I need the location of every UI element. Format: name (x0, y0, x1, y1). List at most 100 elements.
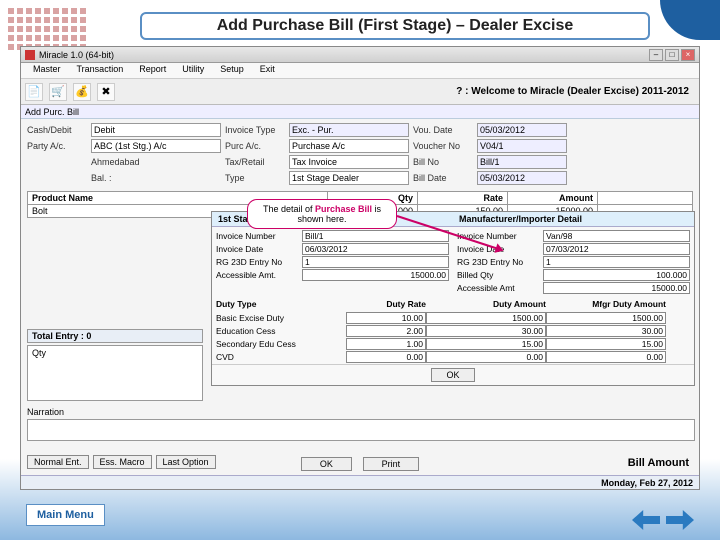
duty-r2-rate[interactable]: 2.00 (346, 325, 426, 337)
bill-date-label: Bill Date (413, 173, 473, 183)
qty-box: Qty (27, 345, 203, 401)
narration-label: Narration (27, 407, 64, 417)
tax-field[interactable]: Tax Invoice (289, 155, 409, 169)
prev-arrow-icon[interactable] (632, 510, 660, 530)
party-city: Ahmedabad (91, 157, 221, 167)
inv-no-2-field[interactable]: Van/98 (543, 230, 690, 242)
print-button[interactable]: Print (363, 457, 420, 471)
corner-decor (660, 0, 720, 40)
window-title: Miracle 1.0 (64-bit) (39, 50, 647, 60)
vou-date-label: Vou. Date (413, 125, 473, 135)
type-label: Type (225, 173, 285, 183)
inv-dt-label: Invoice Date (216, 244, 302, 254)
acc-2-field[interactable]: 15000.00 (543, 282, 690, 294)
footer-buttons: Normal Ent. Ess. Macro Last Option (27, 455, 216, 469)
bill-date-field[interactable]: 05/03/2012 (477, 171, 567, 185)
total-entry: Total Entry : 0 (27, 329, 203, 343)
inv-dt-1-field[interactable]: 06/03/2012 (302, 243, 449, 255)
menu-report[interactable]: Report (131, 63, 174, 78)
cash-debit-label: Cash/Debit (27, 125, 87, 135)
rg-2-field[interactable]: 1 (543, 256, 690, 268)
duty-r3-mfgr[interactable]: 15.00 (546, 338, 666, 350)
voucher-no-label: Voucher No (413, 141, 473, 151)
duty-mfgr-head: Mfgr Duty Amount (546, 299, 666, 309)
inv-no-label: Invoice Number (216, 231, 302, 241)
bq-label: Billed Qty (457, 270, 543, 280)
titlebar: Miracle 1.0 (64-bit) – □ × (21, 47, 699, 63)
duty-amt-head: Duty Amount (426, 299, 546, 309)
duty-r2-amt[interactable]: 30.00 (426, 325, 546, 337)
duty-r2-mfgr[interactable]: 30.00 (546, 325, 666, 337)
header-form: Cash/Debit Debit Invoice Type Exc. - Pur… (21, 119, 699, 189)
cart-icon[interactable]: 🛒 (49, 83, 67, 101)
main-menu-button[interactable]: Main Menu (26, 504, 105, 526)
detail-title-2: Manufacturer/Importer Detail (453, 212, 694, 227)
acc-label: Accessible Amt. (216, 270, 302, 280)
app-icon (25, 50, 35, 60)
statusbar: Monday, Feb 27, 2012 (21, 475, 699, 489)
invoice-type-field[interactable]: Exc. - Pur. (289, 123, 409, 137)
duty-r4-label: CVD (216, 352, 346, 362)
menu-setup[interactable]: Setup (212, 63, 252, 78)
rg-1-field[interactable]: 1 (302, 256, 449, 268)
duty-r1-mfgr[interactable]: 1500.00 (546, 312, 666, 324)
last-option-button[interactable]: Last Option (156, 455, 216, 469)
party-field[interactable]: ABC (1st Stg.) A/c (91, 139, 221, 153)
menu-exit[interactable]: Exit (252, 63, 283, 78)
duty-r4-rate[interactable]: 0.00 (346, 351, 426, 363)
close-button[interactable]: × (681, 49, 695, 61)
rg-label: RG 23D Entry No (216, 257, 302, 267)
vou-date-field[interactable]: 05/03/2012 (477, 123, 567, 137)
narration-field[interactable] (27, 419, 695, 441)
balance-label: Bal. : (91, 173, 221, 183)
bill-no-label: Bill No (413, 157, 473, 167)
purc-field[interactable]: Purchase A/c (289, 139, 409, 153)
col-rate: Rate (418, 192, 508, 204)
app-window: Miracle 1.0 (64-bit) – □ × Master Transa… (20, 46, 700, 490)
menu-master[interactable]: Master (25, 63, 69, 78)
bag-icon[interactable]: 💰 (73, 83, 91, 101)
duty-r4-amt[interactable]: 0.00 (426, 351, 546, 363)
menubar: Master Transaction Report Utility Setup … (21, 63, 699, 79)
toolbar: 📄 🛒 💰 ✖ ? : Welcome to Miracle (Dealer E… (21, 79, 699, 105)
inv-dt-2-field[interactable]: 07/03/2012 (543, 243, 690, 255)
screen-name: Add Purc. Bill (21, 105, 699, 119)
detail-panel: 1st Stage Dealer Detail Manufacturer/Imp… (211, 211, 695, 386)
tax-label: Tax/Retail (225, 157, 285, 167)
duty-r3-rate[interactable]: 1.00 (346, 338, 426, 350)
duty-rate-head: Duty Rate (346, 299, 426, 309)
duty-r4-mfgr[interactable]: 0.00 (546, 351, 666, 363)
inv-no-1-field[interactable]: Bill/1 (302, 230, 449, 242)
col-amount: Amount (508, 192, 598, 204)
next-arrow-icon[interactable] (666, 510, 694, 530)
invoice-type-label: Invoice Type (225, 125, 285, 135)
duty-r2-label: Education Cess (216, 326, 346, 336)
party-label: Party A/c. (27, 141, 87, 151)
duty-r1-amt[interactable]: 1500.00 (426, 312, 546, 324)
minimize-button[interactable]: – (649, 49, 663, 61)
nav-arrows (632, 510, 694, 530)
duty-r3-amt[interactable]: 15.00 (426, 338, 546, 350)
type-field[interactable]: 1st Stage Dealer (289, 171, 409, 185)
cash-debit-field[interactable]: Debit (91, 123, 221, 137)
decor-dots (8, 8, 86, 50)
new-icon[interactable]: 📄 (25, 83, 43, 101)
bq-field[interactable]: 100.000 (543, 269, 690, 281)
acc2-label: Accessible Amt (457, 283, 543, 293)
rg-label-2: RG 23D Entry No (457, 257, 543, 267)
voucher-no-field[interactable]: V04/1 (477, 139, 567, 153)
detail-ok-button[interactable]: OK (431, 368, 474, 382)
bill-no-field[interactable]: Bill/1 (477, 155, 567, 169)
ess-macro-button[interactable]: Ess. Macro (93, 455, 152, 469)
welcome-text: ? : Welcome to Miracle (Dealer Excise) 2… (456, 86, 695, 97)
purc-label: Purc A/c. (225, 141, 285, 151)
menu-utility[interactable]: Utility (174, 63, 212, 78)
acc-1-field[interactable]: 15000.00 (302, 269, 449, 281)
ok-button[interactable]: OK (301, 457, 352, 471)
delete-icon[interactable]: ✖ (97, 83, 115, 101)
menu-transaction[interactable]: Transaction (69, 63, 132, 78)
maximize-button[interactable]: □ (665, 49, 679, 61)
slide-title: Add Purchase Bill (First Stage) – Dealer… (140, 12, 650, 40)
duty-r1-rate[interactable]: 10.00 (346, 312, 426, 324)
normal-ent-button[interactable]: Normal Ent. (27, 455, 89, 469)
